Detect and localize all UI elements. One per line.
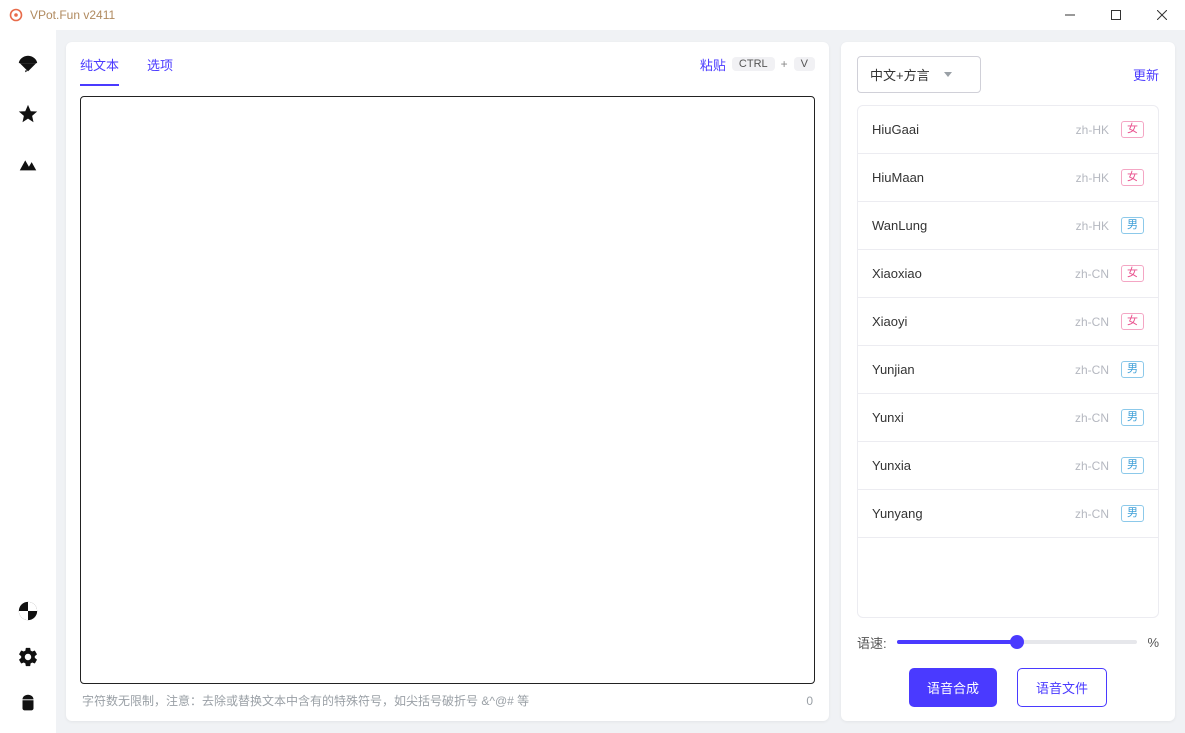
gender-badge: 女 [1121,313,1144,330]
slider-thumb[interactable] [1010,635,1024,649]
close-button[interactable] [1139,0,1185,30]
umbrella-icon[interactable] [16,52,40,76]
chevron-down-icon [944,72,952,77]
main-area: 纯文本 选项 粘贴 CTRL + V 字符数无限制，注意：去除或替换文本中含有的… [56,30,1185,733]
voice-name: HiuMaan [872,170,1076,185]
char-count: 0 [806,694,813,708]
voice-name: Yunxi [872,410,1075,425]
mountain-icon[interactable] [16,152,40,176]
sidebar [0,30,56,733]
gender-badge: 男 [1121,505,1144,522]
voice-locale: zh-HK [1076,219,1109,233]
synthesize-button[interactable]: 语音合成 [909,668,997,707]
voice-name: HiuGaai [872,122,1076,137]
gender-badge: 男 [1121,361,1144,378]
aperture-icon[interactable] [16,599,40,623]
gear-icon[interactable] [16,645,40,669]
voice-row[interactable]: Yunjianzh-CN 男 [858,346,1158,394]
gender-badge: 男 [1121,457,1144,474]
voice-locale: zh-CN [1075,507,1109,521]
maximize-button[interactable] [1093,0,1139,30]
kbd-ctrl: CTRL [732,57,775,71]
voice-row[interactable]: Xiaoxiaozh-CN 女 [858,250,1158,298]
voice-row[interactable]: HiuMaanzh-HK 女 [858,154,1158,202]
window-title: VPot.Fun v2411 [30,8,1047,22]
voice-row[interactable]: HiuGaaizh-HK 女 [858,106,1158,154]
tab-plaintext[interactable]: 纯文本 [80,43,119,86]
voice-locale: zh-HK [1076,171,1109,185]
main-textarea[interactable] [80,96,815,684]
update-link[interactable]: 更新 [1133,65,1159,84]
textarea-wrap [80,86,815,688]
voice-locale: zh-HK [1076,123,1109,137]
voice-name: Yunyang [872,506,1075,521]
tabs-row: 纯文本 选项 粘贴 CTRL + V [80,42,815,86]
voice-locale: zh-CN [1075,363,1109,377]
app-icon [8,7,24,23]
speed-row: 语速: % [857,632,1159,652]
voice-row[interactable]: Xiaoyizh-CN 女 [858,298,1158,346]
tab-options[interactable]: 选项 [147,43,173,86]
voice-row[interactable]: Yunxizh-CN 男 [858,394,1158,442]
minimize-button[interactable] [1047,0,1093,30]
button-row: 语音合成 语音文件 [857,668,1159,707]
gender-badge: 女 [1121,265,1144,282]
text-panel: 纯文本 选项 粘贴 CTRL + V 字符数无限制，注意：去除或替换文本中含有的… [66,42,829,721]
voice-panel: 中文+方言 更新 HiuGaaizh-HK女HiuMaanzh-HK女WanLu… [841,42,1175,721]
voice-name: Yunxia [872,458,1075,473]
voice-name: WanLung [872,218,1076,233]
voice-file-button[interactable]: 语音文件 [1017,668,1107,707]
voice-list[interactable]: HiuGaaizh-HK女HiuMaanzh-HK女WanLungzh-HK男X… [857,105,1159,618]
language-select[interactable]: 中文+方言 [857,56,981,93]
hint-text: 字符数无限制，注意：去除或替换文本中含有的特殊符号，如尖括号破折号 &^@# 等 [82,692,806,709]
titlebar: VPot.Fun v2411 [0,0,1185,30]
gender-badge: 男 [1121,409,1144,426]
speed-label: 语速: [857,633,887,652]
voice-name: Yunjian [872,362,1075,377]
voice-name: Xiaoyi [872,314,1075,329]
voice-row[interactable]: Yunxiazh-CN 男 [858,442,1158,490]
voice-top-row: 中文+方言 更新 [857,56,1159,93]
gender-badge: 女 [1121,169,1144,186]
voice-locale: zh-CN [1075,459,1109,473]
voice-locale: zh-CN [1075,267,1109,281]
paste-hint: 粘贴 CTRL + V [700,55,815,74]
voice-locale: zh-CN [1075,411,1109,425]
voice-locale: zh-CN [1075,315,1109,329]
voice-row[interactable]: Yunyangzh-CN 男 [858,490,1158,538]
star-icon[interactable] [16,102,40,126]
speed-slider[interactable] [897,632,1138,652]
gender-badge: 男 [1121,217,1144,234]
kbd-plus: + [781,57,788,71]
language-selected-label: 中文+方言 [870,65,930,84]
paste-link[interactable]: 粘贴 [700,55,726,74]
gender-badge: 女 [1121,121,1144,138]
android-icon[interactable] [16,691,40,715]
hint-row: 字符数无限制，注意：去除或替换文本中含有的特殊符号，如尖括号破折号 &^@# 等… [80,688,815,711]
app-body: 纯文本 选项 粘贴 CTRL + V 字符数无限制，注意：去除或替换文本中含有的… [0,30,1185,733]
kbd-v: V [794,57,815,71]
speed-unit: % [1147,635,1159,650]
voice-name: Xiaoxiao [872,266,1075,281]
voice-row[interactable]: WanLungzh-HK 男 [858,202,1158,250]
